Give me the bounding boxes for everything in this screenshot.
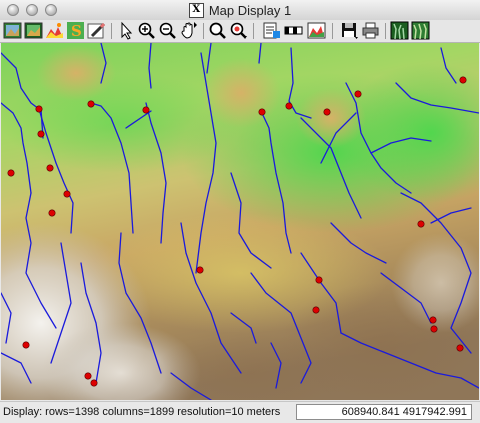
window-title: Map Display 1 [208, 2, 292, 18]
site-marker [196, 266, 204, 274]
overlay-icon [46, 23, 63, 38]
analyze-button[interactable] [262, 21, 281, 40]
site-marker [48, 209, 56, 217]
erase-icon [87, 22, 106, 39]
scalebar-icon [284, 26, 303, 35]
site-marker [323, 108, 331, 116]
zoom-in-button[interactable] [137, 21, 156, 40]
status-bar: Display: rows=1398 columns=1899 resoluti… [0, 401, 480, 423]
profile-icon [411, 21, 430, 40]
decorations-icon [307, 22, 326, 39]
map-canvas[interactable] [1, 43, 479, 400]
site-marker [429, 316, 437, 324]
site-marker [87, 100, 95, 108]
pointer-button[interactable] [116, 21, 135, 40]
pointer-icon [121, 21, 133, 40]
site-marker [315, 276, 323, 284]
svg-text:S: S [71, 22, 82, 40]
pan-icon [181, 22, 197, 39]
site-marker [285, 102, 293, 110]
site-marker [354, 90, 362, 98]
decorations-button[interactable] [307, 21, 326, 40]
profile-button[interactable] [411, 21, 430, 40]
zoom-back-button[interactable] [208, 21, 227, 40]
coordinate-readout: 608940.841 4917942.991 [341, 406, 467, 418]
zoom-menu-icon [230, 22, 247, 39]
site-marker [312, 306, 320, 314]
print-button[interactable] [361, 21, 380, 40]
display-map-button[interactable] [3, 21, 22, 40]
zoom-in-icon [138, 22, 155, 39]
site-marker [37, 130, 45, 138]
x11-icon: X [188, 2, 204, 18]
site-marker [417, 220, 425, 228]
scalebar-button[interactable] [284, 21, 303, 40]
nviz-button[interactable] [390, 21, 409, 40]
site-marker [459, 76, 467, 84]
save-icon [342, 23, 358, 39]
site-marker [7, 169, 15, 177]
site-marker [90, 379, 98, 387]
site-marker [142, 106, 150, 114]
window-titlebar[interactable]: X Map Display 1 [0, 0, 480, 21]
site-marker [22, 341, 30, 349]
query-button[interactable]: S [66, 21, 85, 40]
site-marker [84, 372, 92, 380]
query-icon: S [67, 22, 84, 40]
site-marker [430, 325, 438, 333]
site-marker [63, 190, 71, 198]
pan-button[interactable] [179, 21, 198, 40]
map-toolbar: S [0, 20, 480, 43]
zoom-back-icon [209, 22, 226, 39]
print-icon [362, 22, 379, 39]
overlay-button[interactable] [45, 21, 64, 40]
display-info-label: Display: rows=1398 columns=1899 resoluti… [3, 406, 281, 418]
redraw-button[interactable] [24, 21, 43, 40]
redraw-icon [24, 22, 43, 39]
site-marker [456, 344, 464, 352]
zoom-out-button[interactable] [158, 21, 177, 40]
erase-button[interactable] [87, 21, 106, 40]
coordinate-field: 608940.841 4917942.991 [296, 404, 472, 420]
save-button[interactable] [340, 21, 359, 40]
site-marker [35, 105, 43, 113]
zoom-menu-button[interactable] [229, 21, 248, 40]
site-marker [46, 164, 54, 172]
nviz-icon [390, 21, 409, 40]
site-marker [258, 108, 266, 116]
display-map-icon [3, 22, 22, 39]
analyze-icon [263, 22, 280, 39]
zoom-out-icon [159, 22, 176, 39]
